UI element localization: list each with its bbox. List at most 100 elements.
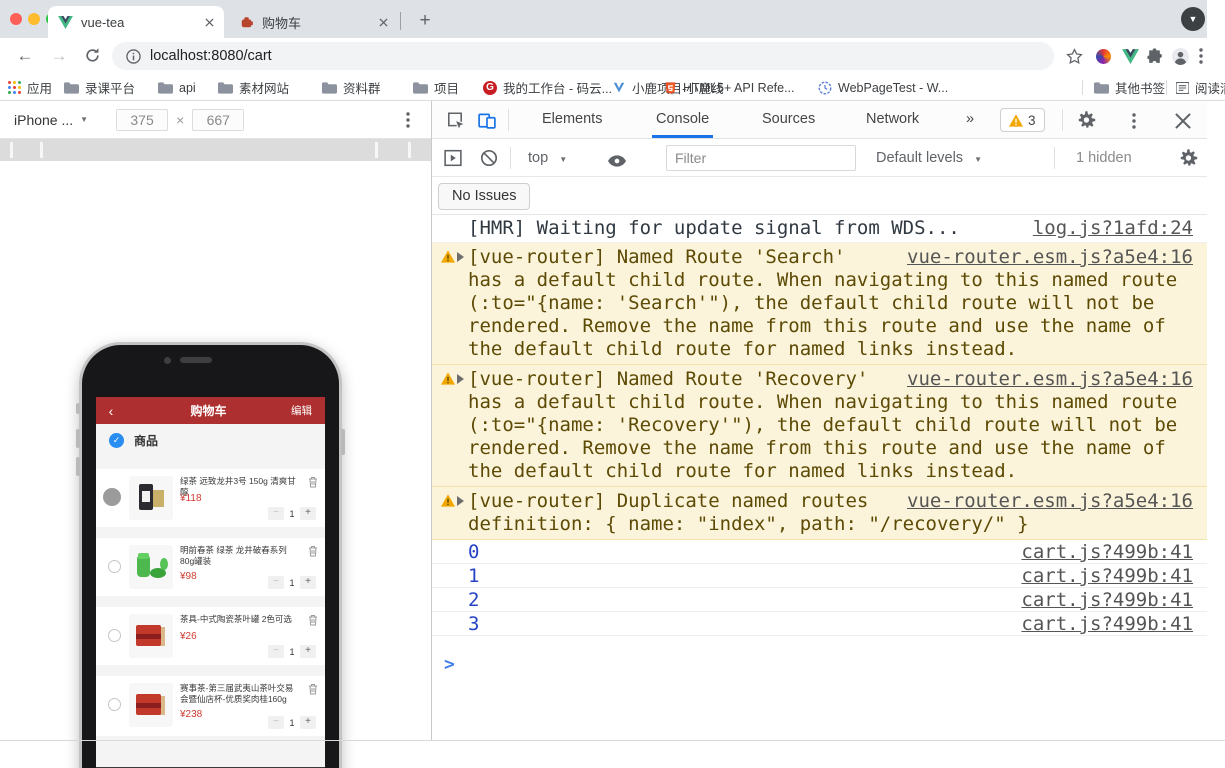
device-options-menu-icon[interactable] <box>406 112 410 128</box>
product-title: 明前春茶 绿茶 龙井破春系列80g罐装 <box>180 545 287 566</box>
close-devtools-icon[interactable] <box>1174 112 1192 130</box>
source-link[interactable]: cart.js?499b:41 <box>1021 612 1193 635</box>
bookmark-gitee[interactable]: G 我的工作台 - 码云... <box>483 78 612 97</box>
hidden-messages-label[interactable]: 1 hidden <box>1076 139 1132 177</box>
console-prompt[interactable]: > <box>432 654 1207 675</box>
warning-head: [vue-router] Named Route 'Search' <box>468 246 846 268</box>
minimize-window-button[interactable] <box>28 13 40 25</box>
plus-button[interactable]: + <box>300 645 316 658</box>
close-window-button[interactable] <box>10 13 22 25</box>
device-height-input[interactable] <box>192 108 245 131</box>
trash-icon[interactable] <box>308 683 318 695</box>
clear-console-icon[interactable] <box>480 149 498 167</box>
source-link[interactable]: cart.js?499b:41 <box>1021 588 1193 611</box>
bookmark-html5[interactable]: HTML5+ API Refe... <box>664 78 795 97</box>
item-radio[interactable] <box>108 629 121 642</box>
bookmark-folder[interactable]: 录课平台 <box>64 78 135 97</box>
product-price: ¥118 <box>180 493 202 504</box>
forward-icon[interactable]: → <box>48 45 70 67</box>
trash-icon[interactable] <box>308 614 318 626</box>
extensions-puzzle-icon[interactable] <box>1146 48 1163 65</box>
trash-icon[interactable] <box>308 545 318 557</box>
minus-button[interactable]: − <box>268 507 284 520</box>
bookmark-webpagetest[interactable]: WebPageTest - W... <box>818 78 948 97</box>
url-field[interactable]: localhost:8080/cart <box>112 42 1054 70</box>
profile-avatar-icon[interactable] <box>1172 48 1189 65</box>
item-radio[interactable] <box>108 560 121 573</box>
device-width-input[interactable] <box>116 108 169 131</box>
refresh-icon[interactable] <box>84 47 101 64</box>
bookmark-folder[interactable]: 资料群 <box>322 78 381 97</box>
device-ruler <box>0 139 431 161</box>
bookmark-folder[interactable]: 素材网站 <box>218 78 289 97</box>
plus-button[interactable]: + <box>300 576 316 589</box>
console-settings-gear-icon[interactable] <box>1180 149 1198 167</box>
tab-console[interactable]: Console <box>651 101 714 138</box>
trash-icon[interactable] <box>308 476 318 488</box>
plus-button[interactable]: + <box>300 716 316 729</box>
context-selector[interactable]: top ▼ <box>528 139 567 177</box>
bookmark-reading-list[interactable]: 阅读清单 <box>1176 78 1225 97</box>
folder-icon <box>64 81 79 94</box>
warning-head: [vue-router] Duplicate named routes <box>468 490 869 512</box>
tab-search-button[interactable]: ▼ <box>1181 7 1205 31</box>
camera-dot <box>164 357 172 364</box>
devtools-menu-icon[interactable] <box>1132 113 1136 129</box>
bookmark-folder[interactable]: 项目 <box>413 78 459 97</box>
site-info-icon[interactable] <box>126 48 141 64</box>
item-radio[interactable] <box>108 698 121 711</box>
expand-arrow-icon[interactable] <box>457 374 464 384</box>
bookmark-folder[interactable]: api <box>158 78 196 97</box>
chrome-menu-icon[interactable] <box>1199 48 1203 64</box>
source-link[interactable]: vue-router.esm.js?a5e4:16 <box>907 368 1193 391</box>
toolbar-separator <box>510 147 511 169</box>
console-sidebar-icon[interactable] <box>444 149 462 167</box>
minus-button[interactable]: − <box>268 645 284 658</box>
more-tabs-chevron[interactable]: » <box>966 101 974 138</box>
volume-up-button <box>76 429 80 448</box>
select-all-check-icon[interactable]: ✓ <box>109 433 124 448</box>
log-levels-selector[interactable]: Default levels ▼ <box>876 139 982 177</box>
source-link[interactable]: vue-router.esm.js?a5e4:16 <box>907 246 1193 269</box>
minus-button[interactable]: − <box>268 716 284 729</box>
eye-icon[interactable] <box>608 152 626 170</box>
expand-arrow-icon[interactable] <box>457 496 464 506</box>
close-tab-icon[interactable] <box>205 17 214 27</box>
no-issues-button[interactable]: No Issues <box>438 183 531 210</box>
source-link[interactable]: cart.js?499b:41 <box>1021 564 1193 587</box>
folder-icon <box>1094 81 1109 94</box>
edit-button[interactable]: 编辑 <box>291 403 325 418</box>
bookmark-apps[interactable]: 应用 <box>8 78 52 97</box>
item-radio[interactable] <box>103 488 121 506</box>
bookmark-star-icon[interactable] <box>1066 48 1083 65</box>
warning-triangle-icon <box>441 250 455 263</box>
source-link[interactable]: cart.js?499b:41 <box>1021 540 1193 563</box>
inspect-element-icon[interactable] <box>446 111 464 129</box>
close-tab-icon[interactable] <box>379 17 388 27</box>
tab-network[interactable]: Network <box>866 101 919 138</box>
vue-devtools-icon[interactable] <box>1122 48 1139 65</box>
tab-vue-tea[interactable]: vue-tea <box>48 6 224 38</box>
back-icon[interactable]: ← <box>14 45 36 67</box>
toolbar-separator <box>1062 109 1063 131</box>
browser-window: vue-tea 购物车 + ▼ ← → localhost:8080/cart <box>0 0 1225 768</box>
source-link[interactable]: log.js?1afd:24 <box>1033 217 1193 240</box>
tab-sources[interactable]: Sources <box>762 101 815 138</box>
new-tab-button[interactable]: + <box>412 8 438 34</box>
plus-button[interactable]: + <box>300 507 316 520</box>
issues-warning-badge[interactable]: 3 <box>1000 108 1045 132</box>
url-text: localhost:8080/cart <box>150 48 272 64</box>
bookmark-other-folder[interactable]: 其他书签 <box>1094 78 1165 97</box>
device-select[interactable]: iPhone ... <box>14 112 73 128</box>
expand-arrow-icon[interactable] <box>457 252 464 262</box>
back-arrow-icon[interactable]: ‹ <box>96 403 126 419</box>
device-toolbar-toggle-icon[interactable] <box>478 111 496 129</box>
settings-gear-icon[interactable] <box>1078 111 1096 129</box>
tab-cart[interactable]: 购物车 <box>230 6 398 38</box>
filter-input[interactable] <box>666 145 856 171</box>
log-number: 0 <box>468 541 480 563</box>
minus-button[interactable]: − <box>268 576 284 589</box>
extension-colorful-icon[interactable] <box>1096 49 1111 64</box>
source-link[interactable]: vue-router.esm.js?a5e4:16 <box>907 490 1193 513</box>
tab-elements[interactable]: Elements <box>542 101 602 138</box>
